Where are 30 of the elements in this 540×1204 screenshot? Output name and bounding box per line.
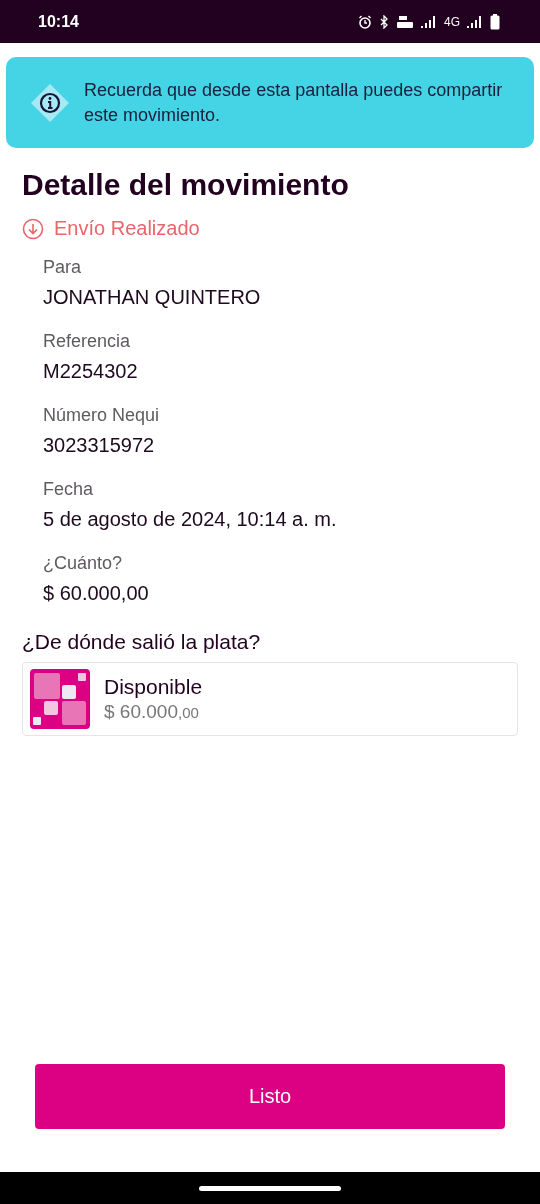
field-value: $ 60.000,00 bbox=[43, 581, 150, 606]
pocket-logo-icon bbox=[30, 669, 90, 729]
home-handle[interactable] bbox=[199, 1185, 341, 1191]
signal-icon bbox=[421, 15, 437, 28]
account-name: Disponible bbox=[104, 675, 203, 699]
info-icon bbox=[30, 82, 70, 123]
field-label: Referencia bbox=[43, 330, 132, 352]
status-time: 10:14 bbox=[38, 12, 79, 31]
field-label: Número Nequi bbox=[43, 404, 161, 426]
account-balance: $ 60.000,00 bbox=[104, 701, 200, 723]
field-label: ¿Cuánto? bbox=[43, 552, 124, 574]
page-title: Detalle del movimiento bbox=[22, 167, 350, 203]
signal-icon bbox=[467, 15, 483, 28]
section-heading: ¿De dónde salió la plata? bbox=[22, 630, 262, 654]
done-button[interactable]: Listo bbox=[35, 1064, 505, 1129]
alarm-icon bbox=[358, 14, 372, 29]
banner-message: Recuerda que desde esta pantalla puedes compartir este movimiento. bbox=[84, 78, 504, 127]
field-label: Para bbox=[43, 256, 83, 278]
field-label: Fecha bbox=[43, 478, 95, 500]
field-value: 3023315972 bbox=[43, 433, 156, 458]
battery-icon bbox=[490, 13, 500, 30]
field-value: M2254302 bbox=[43, 359, 139, 384]
network-type: 4G bbox=[444, 14, 460, 29]
account-card[interactable]: Disponible $ 60.000,00 bbox=[22, 662, 518, 736]
field-value: JONATHAN QUINTERO bbox=[43, 285, 262, 310]
transaction-status: Envío Realizado bbox=[54, 217, 200, 240]
volte-icon bbox=[396, 14, 414, 29]
arrow-down-circle-icon bbox=[22, 217, 44, 240]
field-value: 5 de agosto de 2024, 10:14 a. m. bbox=[43, 507, 338, 532]
bluetooth-icon bbox=[379, 14, 389, 29]
